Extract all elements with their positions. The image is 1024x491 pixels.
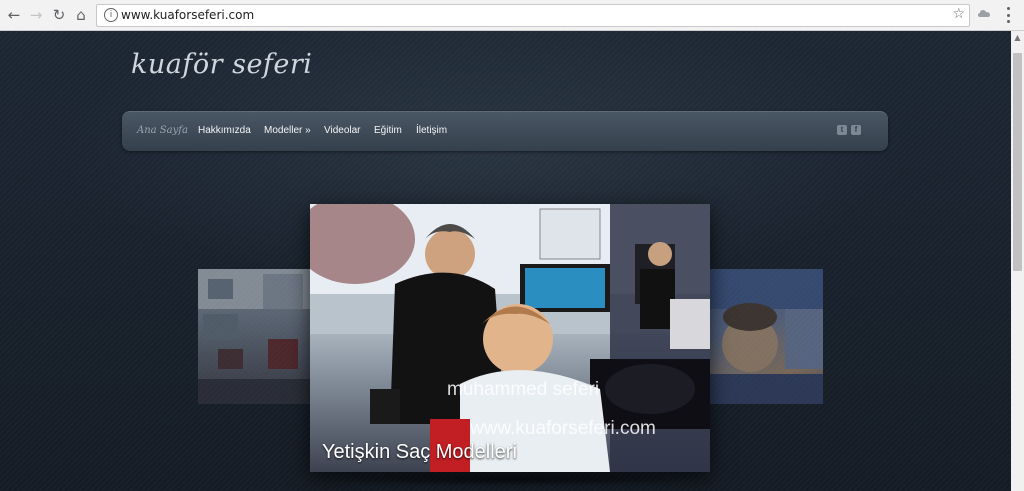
main-navigation: Ana Sayfa Hakkımızda Modeller » Videolar… <box>122 111 888 151</box>
nav-item-videos[interactable]: Videolar <box>324 125 361 136</box>
slider-prev-image[interactable] <box>198 269 310 404</box>
star-icon[interactable]: ☆ <box>952 6 965 22</box>
browser-toolbar: ← → ↻ ⌂ i www.kuaforseferi.com ☆ <box>0 0 1024 31</box>
page-content: kuaför seferi Ana Sayfa Hakkımızda Model… <box>0 31 1011 491</box>
nav-item-about[interactable]: Hakkımızda <box>198 125 251 136</box>
slider-shadow <box>320 472 700 486</box>
watermark-name: muhammed seferi <box>447 379 600 400</box>
info-icon[interactable]: i <box>104 8 118 22</box>
reload-icon[interactable]: ↻ <box>48 4 70 26</box>
nav-item-contact[interactable]: İletişim <box>416 125 447 136</box>
nav-item-home[interactable]: Ana Sayfa <box>137 125 188 136</box>
slider-main-image[interactable]: muhammed seferi www.kuaforseferi.com Yet… <box>310 204 710 472</box>
page-scrollbar[interactable]: ▲ <box>1011 31 1024 491</box>
address-bar-url[interactable]: www.kuaforseferi.com <box>121 8 254 22</box>
site-logo[interactable]: kuaför seferi <box>131 49 312 80</box>
facebook-icon[interactable]: f <box>851 125 861 135</box>
twitter-icon[interactable]: t <box>837 125 847 135</box>
address-bar[interactable]: i www.kuaforseferi.com ☆ <box>96 4 970 27</box>
extension-icon[interactable] <box>977 7 991 21</box>
scroll-up-arrow-icon[interactable]: ▲ <box>1011 33 1024 45</box>
home-icon[interactable]: ⌂ <box>70 4 92 26</box>
watermark-url: www.kuaforseferi.com <box>470 418 656 439</box>
forward-arrow-icon[interactable]: → <box>25 4 47 26</box>
back-arrow-icon[interactable]: ← <box>3 4 25 26</box>
scrollbar-thumb[interactable] <box>1013 53 1022 271</box>
nav-item-training[interactable]: Eğitim <box>374 125 402 136</box>
nav-item-models[interactable]: Modeller » <box>264 125 311 136</box>
slider-next-image[interactable] <box>710 269 823 404</box>
slide-caption[interactable]: Yetişkin Saç Modelleri <box>322 441 517 464</box>
kebab-menu-icon[interactable] <box>1003 6 1013 24</box>
